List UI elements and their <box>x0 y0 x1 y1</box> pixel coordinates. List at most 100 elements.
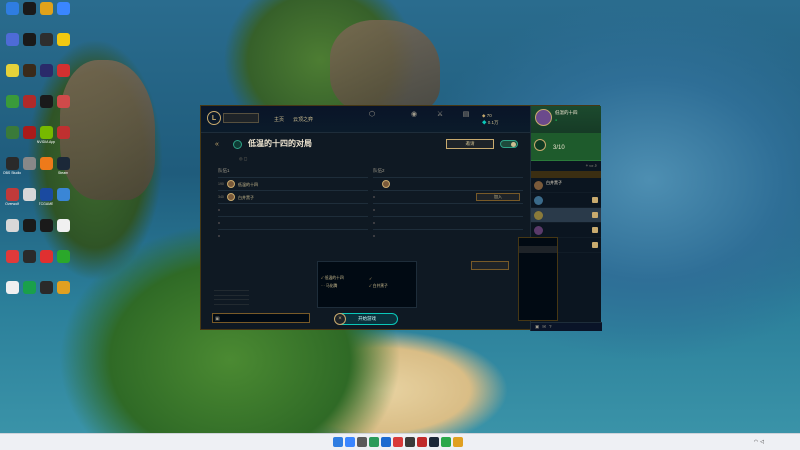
summary-item: ✓ 白井黑子 <box>369 284 388 288</box>
check-icon: ✓ <box>321 276 324 280</box>
desktop-icon[interactable] <box>53 33 73 57</box>
context-menu-item[interactable] <box>519 291 557 299</box>
desktop-icon[interactable] <box>53 64 73 88</box>
desktop-icon[interactable] <box>53 126 73 150</box>
check-icon: ✓ <box>369 284 372 288</box>
help-icon[interactable]: ? <box>549 324 555 329</box>
team-1-slot-4 <box>218 216 368 229</box>
invite-button[interactable]: 邀请 <box>446 139 494 149</box>
avatar <box>382 180 390 188</box>
join-team-button[interactable]: 加入 <box>476 193 520 201</box>
app-icon <box>5 64 19 77</box>
wallpaper-rock-center <box>330 20 440 115</box>
desktop-icon[interactable] <box>53 188 73 212</box>
wallpaper-rock-left <box>60 60 155 200</box>
context-menu-item[interactable] <box>519 245 557 254</box>
player-level: 340 <box>218 195 224 199</box>
avatar <box>534 211 543 220</box>
taskbar-app-icon[interactable] <box>441 437 451 447</box>
close-lobby-icon[interactable]: × <box>334 313 346 325</box>
team-2-slot-1[interactable] <box>373 177 523 190</box>
taskbar-app-icon[interactable] <box>417 437 427 447</box>
lobby-chat-log: —————————— —————————— —————————— ———————… <box>214 288 324 306</box>
windows-start-icon[interactable] <box>333 437 343 447</box>
sword-icon: ⚔ <box>436 111 444 118</box>
context-menu-item[interactable] <box>519 276 557 284</box>
context-menu-item[interactable] <box>519 253 557 261</box>
top-icon-2[interactable]: ◉ <box>401 111 427 120</box>
avatar <box>227 180 235 188</box>
taskbar-app-icon[interactable] <box>393 437 403 447</box>
team-1: 队伍1 190 低温的十四 340 白井黑子 <box>218 168 368 242</box>
top-icon-1[interactable]: ⬡ <box>359 111 385 120</box>
profile-header[interactable]: 低温的十四 ● <box>531 106 601 133</box>
app-icon <box>22 33 36 46</box>
app-icon <box>22 95 36 108</box>
app-icon <box>56 64 70 77</box>
friend-group-header[interactable] <box>531 171 601 178</box>
team-2-slot-4 <box>373 216 523 229</box>
taskbar-app-icon[interactable] <box>405 437 415 447</box>
desktop-icon[interactable] <box>53 219 73 243</box>
ready-button[interactable] <box>471 261 509 270</box>
volume-icon[interactable]: ◁ <box>760 439 766 445</box>
empty-slot-marker <box>218 222 220 224</box>
social-tools[interactable]: +▭⌕ <box>586 161 598 171</box>
app-icon <box>39 95 53 108</box>
top-icon-4[interactable]: ▤ <box>453 111 479 120</box>
nav-home[interactable]: 主页 <box>274 116 284 123</box>
app-icon <box>5 219 19 232</box>
context-menu-item[interactable] <box>519 268 557 276</box>
desktop-icon[interactable]: Steam <box>53 157 73 181</box>
friend-item[interactable] <box>531 223 601 238</box>
desktop-icon[interactable] <box>53 2 73 26</box>
app-icon <box>39 33 53 46</box>
league-logo-icon[interactable]: L <box>207 111 221 125</box>
friend-item[interactable] <box>531 193 601 208</box>
avatar <box>534 196 543 205</box>
taskbar-app-icon[interactable] <box>369 437 379 447</box>
desktop-icon[interactable] <box>53 250 73 274</box>
context-menu-item[interactable] <box>519 284 557 292</box>
lobby-toggle[interactable] <box>500 140 518 148</box>
app-icon <box>39 157 53 170</box>
desktop-icon[interactable] <box>53 281 73 305</box>
app-icon <box>56 250 70 263</box>
search-icon[interactable]: ⌕ <box>594 163 598 168</box>
friend-item[interactable]: 白井黑子 <box>531 178 601 193</box>
mission-tracker[interactable]: 3/10 <box>531 133 601 161</box>
desktop-icon[interactable] <box>53 95 73 119</box>
app-icon <box>39 281 53 294</box>
team-1-slot-2[interactable]: 340 白井黑子 <box>218 190 368 203</box>
context-menu-item[interactable] <box>519 299 557 307</box>
empty-slot-marker <box>373 196 375 198</box>
context-menu-item[interactable] <box>519 314 557 322</box>
profile-status: ● <box>555 118 558 122</box>
context-menu-item[interactable] <box>519 306 557 314</box>
context-menu-item[interactable] <box>519 261 557 269</box>
team-1-slot-5 <box>218 229 368 242</box>
play-button[interactable] <box>223 113 259 123</box>
top-icon-3[interactable]: ⚔ <box>427 111 453 120</box>
back-arrow-icon[interactable]: « <box>215 141 219 148</box>
taskbar-app-icon[interactable] <box>357 437 367 447</box>
app-icon <box>22 281 36 294</box>
chat-message-line: —————————— <box>214 301 249 306</box>
taskbar-app-icon[interactable] <box>345 437 355 447</box>
context-menu-item[interactable] <box>519 238 557 246</box>
taskbar-app-icon[interactable] <box>381 437 391 447</box>
friend-badge-icon <box>592 242 598 248</box>
lobby-info-icons: ◎ ▢ <box>239 156 248 161</box>
app-icon <box>22 2 36 15</box>
mission-icon <box>534 139 546 151</box>
friend-item[interactable] <box>531 208 601 223</box>
app-icon <box>39 2 53 15</box>
store-icon: ▤ <box>462 111 470 118</box>
taskbar-app-icon[interactable] <box>453 437 463 447</box>
team-2: 队伍2 加入 <box>373 168 523 242</box>
system-tray[interactable]: ◠◁ <box>754 439 766 445</box>
taskbar-app-icon[interactable] <box>429 437 439 447</box>
chat-input[interactable]: ▣ <box>212 313 310 323</box>
team-1-slot-1[interactable]: 190 低温的十四 <box>218 177 368 190</box>
nav-tft[interactable]: 云顶之弈 <box>293 116 313 123</box>
